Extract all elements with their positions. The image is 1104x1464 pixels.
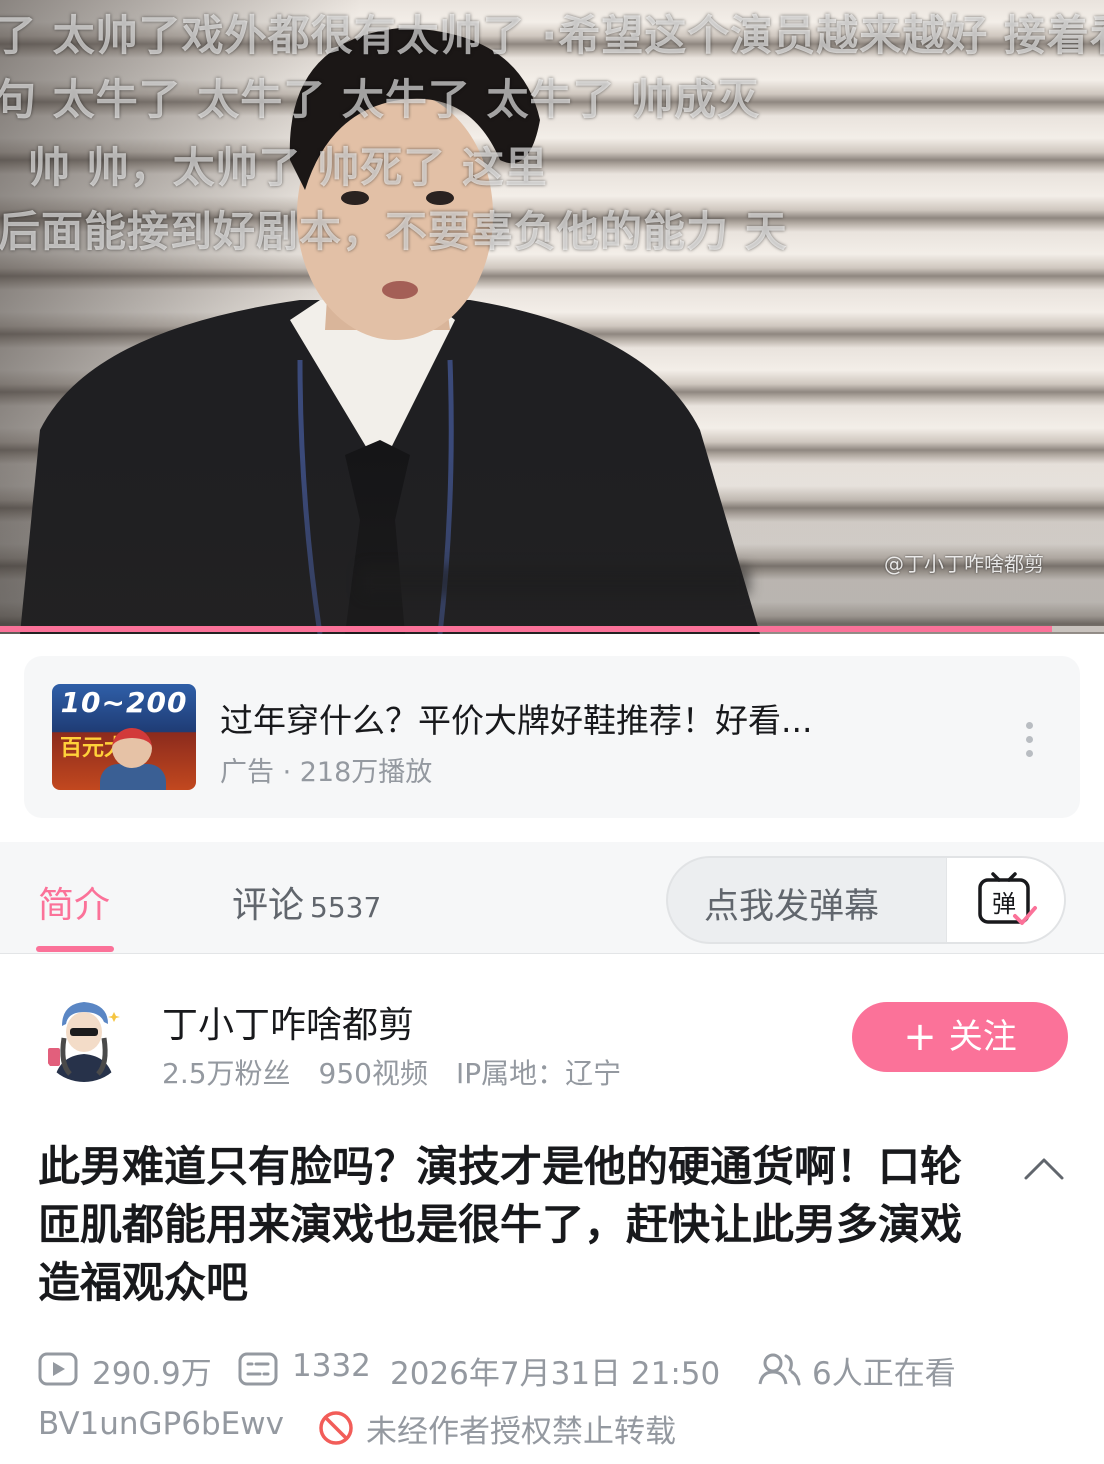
progress-fill (0, 626, 1053, 632)
tab-comments-label: 评论 (232, 885, 305, 926)
subtitle-blur (360, 566, 750, 596)
danmaku-line: 句 太牛了 太牛了 太牛了 太牛了 帅成灭 (0, 75, 761, 124)
follow-button[interactable]: + 关注 (852, 1002, 1068, 1072)
play-count-icon (38, 1352, 78, 1386)
tab-intro[interactable]: 简介 (38, 876, 110, 928)
danmaku-toggle-icon: 弹 (978, 872, 1037, 925)
ad-meta: 广告 · 218万播放 (220, 757, 433, 788)
ad-card[interactable]: 10~200 百元大 过年穿什么？平价大牌好鞋推荐！好看... 广告 · 218… (24, 656, 1080, 818)
watching-count: 6人正在看 (812, 1356, 956, 1392)
uploader-stats: 2.5万粉丝 950视频 IP属地：辽宁 (162, 1052, 649, 1092)
progress-bar[interactable] (0, 626, 1104, 632)
uploader-name[interactable]: 丁小丁咋啥都剪 (162, 996, 414, 1048)
uploader-fans: 2.5万粉丝 (162, 1057, 291, 1090)
ad-thumbnail: 10~200 百元大 (52, 684, 196, 790)
watching-users-icon (758, 1353, 801, 1386)
view-count: 290.9万 (92, 1356, 212, 1392)
video-shade-bottom (0, 454, 1104, 634)
danmaku-line: 后面能接到好剧本，不要辜负他的能力 天 (0, 207, 788, 256)
ad-title[interactable]: 过年穿什么？平价大牌好鞋推荐！好看... (220, 694, 940, 742)
danmaku-input[interactable]: 点我发弹幕 弹 (666, 856, 1066, 944)
tab-comments[interactable]: 评论 5537 (232, 876, 381, 928)
no-repost-notice: 未经作者授权禁止转载 (366, 1414, 676, 1450)
bvid[interactable]: BV1unGP6bEwv (38, 1406, 284, 1442)
more-vertical-icon[interactable] (1014, 716, 1044, 760)
uploader-videos: 950视频 (318, 1057, 428, 1090)
avatar-illustration (40, 994, 128, 1082)
ad-thumb-face (112, 728, 152, 768)
danmaku-count: 1332 (292, 1348, 371, 1384)
danmaku-line: 了 太帅了戏外都很有太帅了 ·希望这个演员越来越好 接着看 (0, 11, 1104, 60)
danmaku-icon-text: 弹 (992, 890, 1016, 918)
video-player[interactable]: 了 太帅了戏外都很有太帅了 ·希望这个演员越来越好 接着看 句 太牛了 太牛了 … (0, 0, 1104, 634)
publish-datetime: 2026年7月31日 21:50 (390, 1356, 721, 1392)
follow-label: 关注 (948, 1017, 1017, 1057)
tab-comments-count: 5537 (310, 891, 382, 924)
video-title: 此男难道只有脸吗？演技才是他的硬通货啊！口轮匝肌都能用来演戏也是很牛了，赶快让此… (38, 1142, 963, 1307)
danmaku-toggle-button[interactable]: 弹 (946, 858, 1064, 942)
danmaku-input-placeholder: 点我发弹幕 (704, 887, 880, 927)
uploader-ip: IP属地：辽宁 (455, 1057, 622, 1090)
danmaku-line: 帅 帅，太帅了 帅死了 这里 (28, 143, 548, 192)
plus-icon: + (903, 1014, 937, 1060)
tab-active-indicator (36, 946, 114, 952)
avatar[interactable] (40, 994, 128, 1082)
ad-thumb-text: 10~200 (60, 686, 188, 719)
danmaku-count-icon (238, 1352, 278, 1386)
tab-bar: 简介 评论 5537 点我发弹幕 弹 (0, 842, 1104, 954)
uploader-watermark: @丁小丁咋啥都剪 (884, 552, 1044, 576)
chevron-up-icon[interactable] (1022, 1152, 1066, 1182)
no-repost-icon (319, 1411, 353, 1445)
